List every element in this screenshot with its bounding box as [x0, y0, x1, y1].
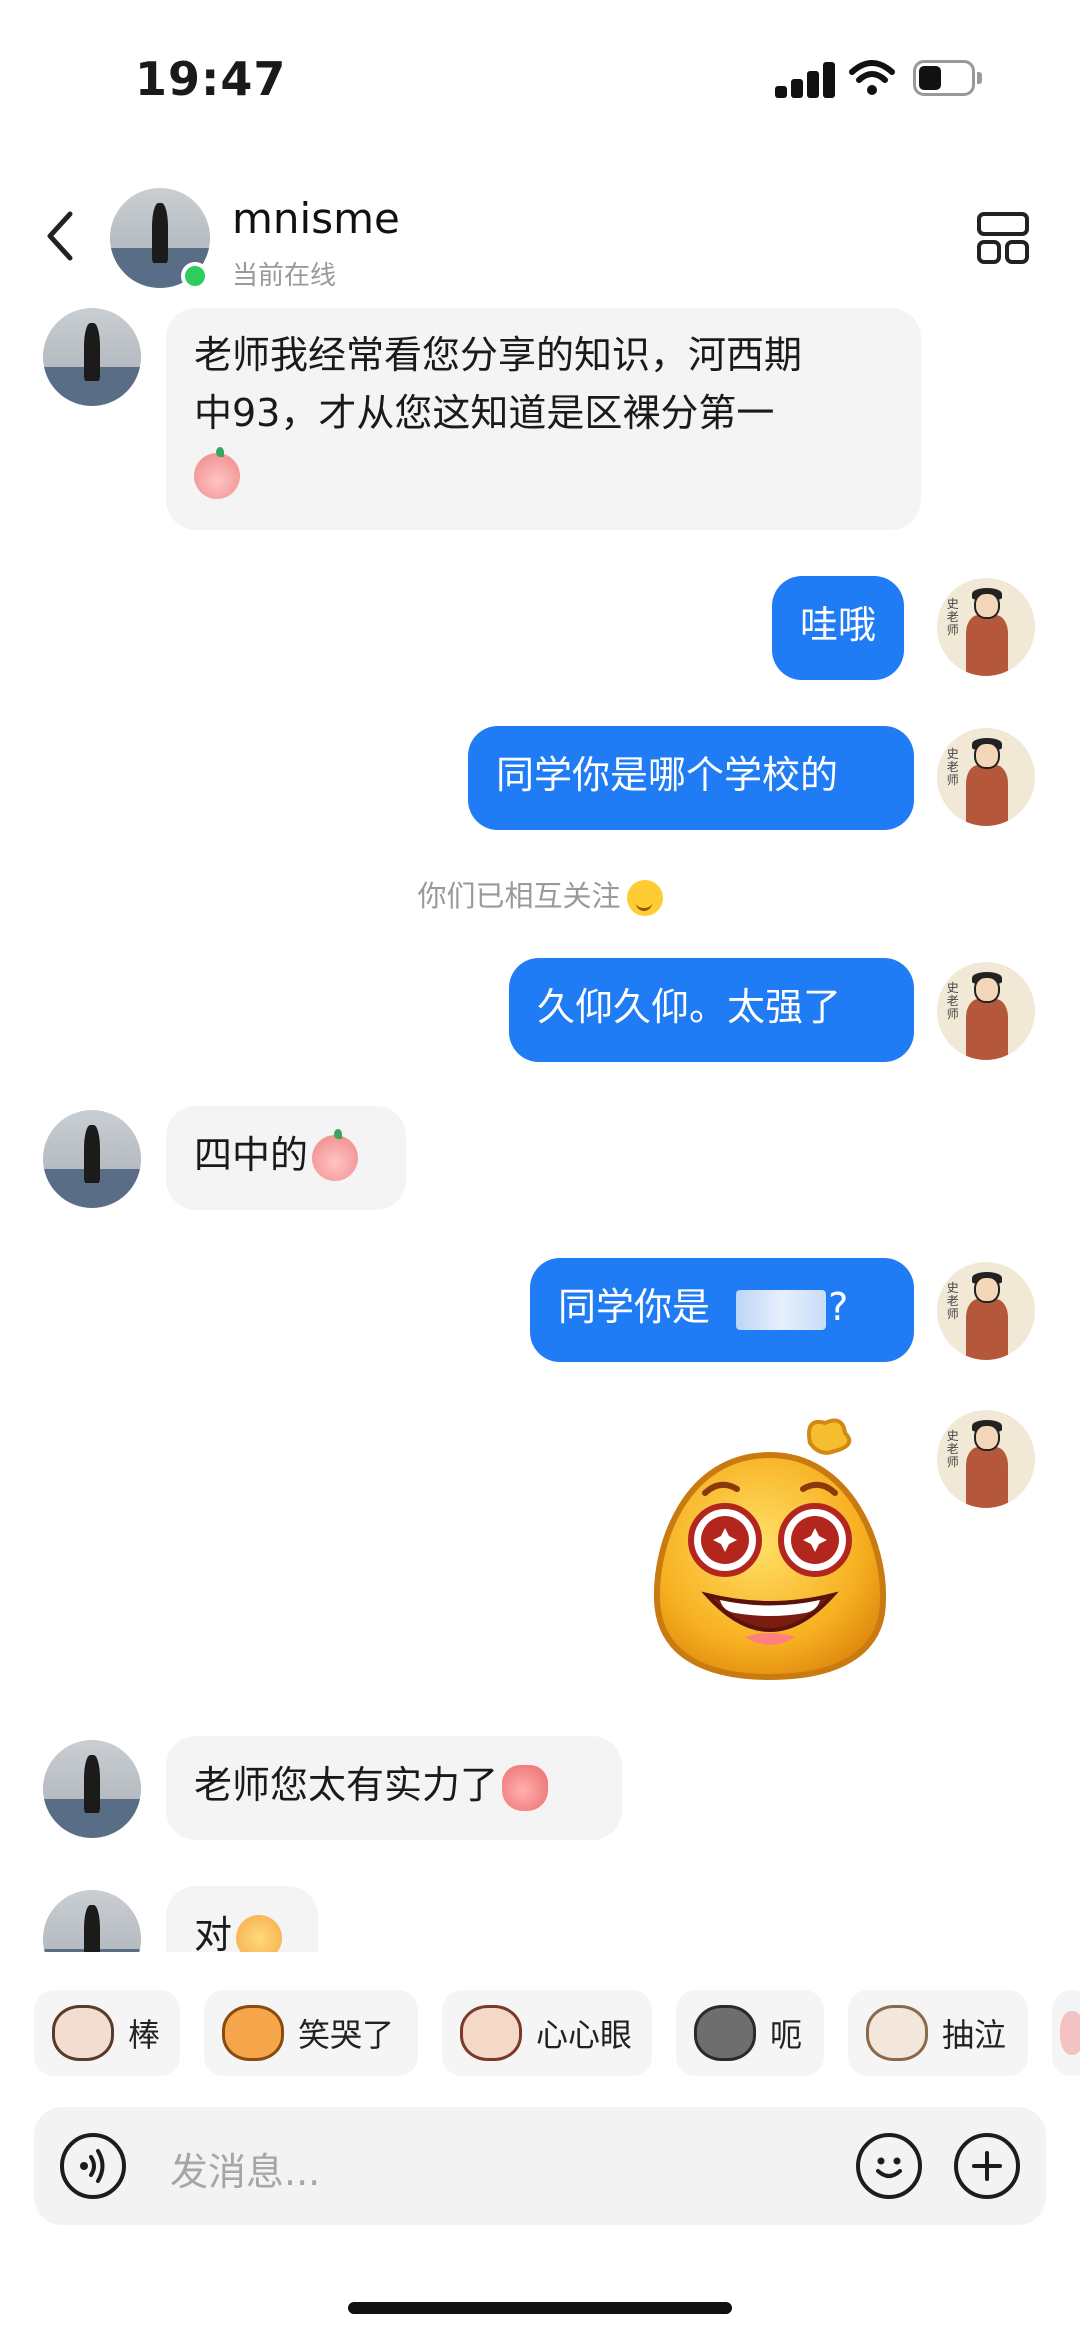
- quick-reply-chip[interactable]: 棒: [34, 1990, 180, 2076]
- crying-emoji-icon: [236, 1914, 283, 1952]
- message-bubble-incoming[interactable]: 老师您太有实力了: [166, 1736, 622, 1840]
- my-avatar[interactable]: 史老师: [937, 962, 1035, 1060]
- quick-reply-label: 棒: [128, 2016, 161, 2054]
- grid-layout-icon[interactable]: [975, 210, 1031, 266]
- message-bubble-outgoing[interactable]: 同学你是哪个学校的: [468, 726, 914, 830]
- laughing-cat-icon: [222, 2005, 284, 2061]
- battery-icon: [913, 60, 983, 96]
- voice-wave-icon[interactable]: [60, 2133, 126, 2199]
- message-text: 同学你是: [558, 1285, 711, 1329]
- sender-avatar[interactable]: [43, 1740, 141, 1838]
- back-chevron-icon[interactable]: [40, 208, 80, 264]
- sender-avatar[interactable]: [43, 308, 141, 406]
- sobbing-cat-icon: [866, 2005, 928, 2061]
- home-indicator[interactable]: [348, 2302, 732, 2314]
- peach-emoji-icon: [194, 446, 240, 499]
- wifi-icon: [849, 60, 895, 95]
- my-avatar[interactable]: 史老师: [937, 1410, 1035, 1508]
- message-bubble-incoming[interactable]: 四中的: [166, 1106, 406, 1210]
- message-bubble-incoming[interactable]: 老师我经常看您分享的知识，河西期 中93，才从您这知道是区裸分第一: [166, 308, 921, 530]
- my-avatar[interactable]: 史老师: [937, 1262, 1035, 1360]
- message-text: 对: [194, 1913, 233, 1952]
- quick-reply-label: 呃: [770, 2016, 803, 2054]
- contact-name: mnisme: [232, 194, 400, 243]
- quick-reply-label: 心心眼: [536, 2016, 633, 2054]
- excited-face-sticker[interactable]: [645, 1415, 895, 1685]
- quick-reply-chip[interactable]: 笑哭了: [204, 1990, 418, 2076]
- my-avatar[interactable]: 史老师: [937, 578, 1035, 676]
- cellular-signal-icon: [775, 62, 837, 98]
- smiley-icon[interactable]: [856, 2133, 922, 2199]
- quick-reply-label: 抽泣: [942, 2016, 1007, 2054]
- sender-avatar[interactable]: [43, 1110, 141, 1208]
- message-text: 中93，才从您这知道是区裸分第一: [194, 391, 775, 435]
- mutual-follow-notice: 你们已相互关注: [0, 873, 1080, 916]
- message-text: 哇哦: [800, 603, 877, 647]
- quick-reply-chip[interactable]: 抽泣: [848, 1990, 1028, 2076]
- sender-avatar[interactable]: [43, 1890, 141, 1952]
- quick-reply-chip[interactable]: [1052, 1990, 1080, 2076]
- message-bubble-incoming[interactable]: 对: [166, 1886, 318, 1952]
- quick-reply-label: 笑哭了: [298, 2016, 395, 2054]
- quick-reply-chip[interactable]: 呃: [676, 1990, 824, 2076]
- message-text: 四中的: [194, 1133, 309, 1177]
- message-input-bar[interactable]: 发消息...: [34, 2107, 1046, 2225]
- cat-sticker-icon: [1060, 2011, 1080, 2055]
- peach-emoji-icon: [312, 1128, 359, 1181]
- message-bubble-outgoing[interactable]: 同学你是 ?: [530, 1258, 914, 1362]
- online-status-dot: [181, 262, 209, 290]
- status-time: 19:47: [135, 52, 287, 106]
- message-text: 同学你是哪个学校的: [496, 753, 839, 797]
- cat-thumbs-sticker-icon: [52, 2005, 114, 2061]
- my-avatar[interactable]: 史老师: [937, 728, 1035, 826]
- message-text: 老师我经常看您分享的知识，河西期: [194, 333, 803, 377]
- message-text: 久仰久仰。太强了: [537, 985, 842, 1029]
- online-status-text: 当前在线: [232, 261, 337, 291]
- thumbs-up-emoji-icon: [502, 1764, 549, 1811]
- heart-eyes-cat-icon: [460, 2005, 522, 2061]
- speechless-cat-icon: [694, 2005, 756, 2061]
- message-list-clip: 对: [0, 1880, 1080, 1952]
- message-bubble-outgoing[interactable]: 久仰久仰。太强了: [509, 958, 914, 1062]
- plus-icon[interactable]: [954, 2133, 1020, 2199]
- message-input-placeholder[interactable]: 发消息...: [170, 2141, 320, 2196]
- message-bubble-outgoing[interactable]: 哇哦: [772, 576, 905, 680]
- message-text: ?: [828, 1285, 849, 1329]
- wink-emoji-icon: [626, 880, 663, 916]
- message-text: 老师您太有实力了: [194, 1763, 499, 1807]
- quick-reply-chip[interactable]: 心心眼: [442, 1990, 652, 2076]
- blurred-region: [736, 1289, 827, 1330]
